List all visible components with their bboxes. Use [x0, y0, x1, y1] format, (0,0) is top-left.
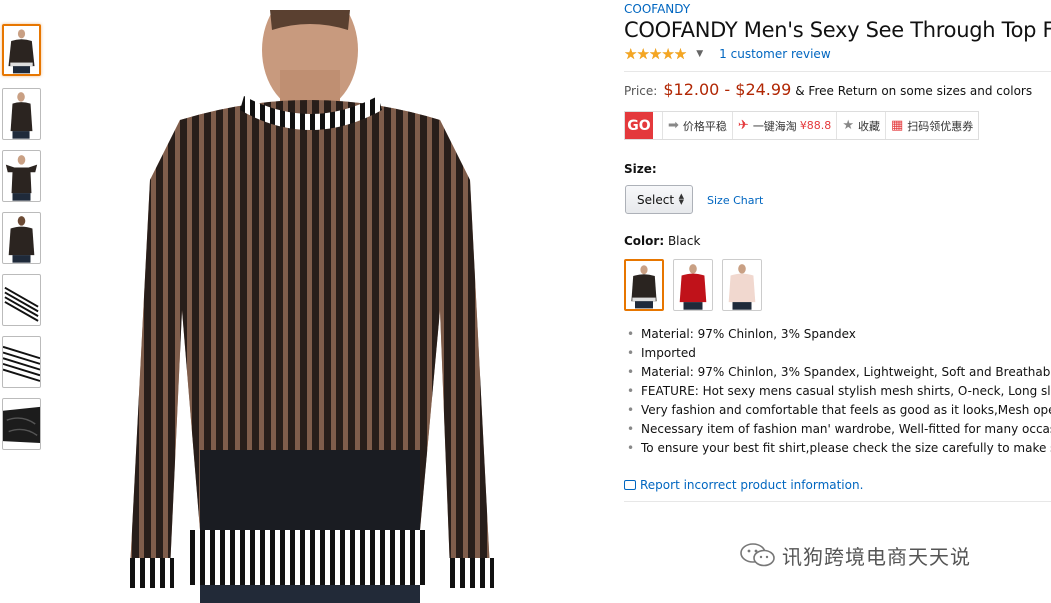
product-details-panel: COOFANDY COOFANDY Men's Sexy See Through… [624, 0, 1051, 603]
price-plugin-bar: GO ➡ 价格平稳 ✈ 一键海淘 ¥88.8 ★ 收藏 ▦ 扫码领优惠券 [624, 111, 980, 140]
plugin-logo-icon: GO [625, 112, 653, 139]
coupon-label: 扫码领优惠券 [907, 119, 974, 133]
divider [624, 71, 1051, 72]
list-item: To ensure your best fit shirt,please che… [627, 440, 1051, 459]
arrow-right-icon: ➡ [668, 118, 679, 133]
thumbnail-side-black[interactable] [2, 88, 41, 140]
thumbnail-back-black[interactable] [2, 212, 41, 264]
size-select-value: Select [637, 192, 675, 207]
watermark: 讯狗跨境电商天天说 [738, 540, 971, 570]
list-item: Very fashion and comfortable that feels … [627, 402, 1051, 421]
size-label: Size: [624, 162, 657, 176]
thumbnail-front-black[interactable] [2, 24, 41, 76]
color-label-title: Color: [624, 234, 665, 248]
swatch-black[interactable] [624, 259, 664, 311]
free-return-note: & Free Return on some sizes and colors [795, 84, 1033, 98]
list-item: Material: 97% Chinlon, 3% Spandex, Light… [627, 364, 1051, 383]
divider [624, 501, 1051, 502]
haitao-label: 一键海淘 [752, 119, 797, 133]
list-item: FEATURE: Hot sexy mens casual stylish me… [627, 383, 1051, 402]
color-value: Black [667, 234, 701, 248]
price-stable-label: 价格平稳 [682, 119, 727, 133]
price-value: $12.00 - $24.99 [663, 80, 792, 99]
qr-code-icon: ▦ [890, 118, 904, 133]
report-incorrect-info-link[interactable]: Report incorrect product information. [624, 478, 863, 492]
select-caret-icon: ▲ ▼ [678, 192, 684, 206]
plugin-logo-cell[interactable]: GO [625, 112, 663, 139]
price-stable-button[interactable]: ➡ 价格平稳 [663, 112, 733, 139]
chevron-down-icon[interactable]: ▼ [696, 49, 703, 59]
star-rating-icon[interactable]: ★★★★★ [624, 45, 687, 63]
list-item: Necessary item of fashion man' wardrobe,… [627, 421, 1051, 440]
size-chart-link[interactable]: Size Chart [707, 194, 763, 207]
thumbnail-arms-black[interactable] [2, 150, 41, 202]
thumbnail-folded-detail[interactable] [2, 398, 41, 450]
wechat-icon [740, 543, 775, 567]
watermark-text: 讯狗跨境电商天天说 [782, 544, 971, 569]
list-item: Imported [627, 345, 1051, 364]
price-row: Price: $12.00 - $24.99 & Free Return on … [624, 80, 1032, 99]
swatch-white[interactable] [722, 259, 762, 311]
comment-icon [624, 480, 636, 490]
brand-link[interactable]: COOFANDY [624, 2, 690, 16]
thumbnail-collar-detail[interactable] [2, 336, 41, 388]
feature-bullet-list: Material: 97% Chinlon, 3% Spandex Import… [627, 326, 1051, 459]
favorite-button[interactable]: ★ 收藏 [837, 112, 886, 139]
report-link-label: Report incorrect product information. [640, 478, 864, 492]
list-item: Material: 97% Chinlon, 3% Spandex [627, 326, 1051, 345]
haitao-price: ¥88.8 [799, 119, 832, 132]
product-title: COOFANDY Men's Sexy See Through Top Fish [624, 18, 1051, 42]
review-count-link[interactable]: 1 customer review [719, 47, 830, 61]
thumbnail-cuff-detail[interactable] [2, 274, 41, 326]
haitao-button[interactable]: ✈ 一键海淘 ¥88.8 [733, 112, 838, 139]
coupon-qr-button[interactable]: ▦ 扫码领优惠券 [886, 112, 978, 139]
color-label: Color: Black [624, 234, 700, 248]
size-select[interactable]: Select ▲ ▼ [625, 185, 693, 214]
price-label: Price: [624, 84, 658, 98]
rating-row: ★★★★★ ▼ 1 customer review [624, 45, 831, 63]
star-icon: ★ [842, 118, 854, 133]
favorite-label: 收藏 [857, 119, 880, 133]
main-product-image [120, 10, 500, 603]
swatch-red[interactable] [673, 259, 713, 311]
plane-icon: ✈ [737, 118, 749, 133]
